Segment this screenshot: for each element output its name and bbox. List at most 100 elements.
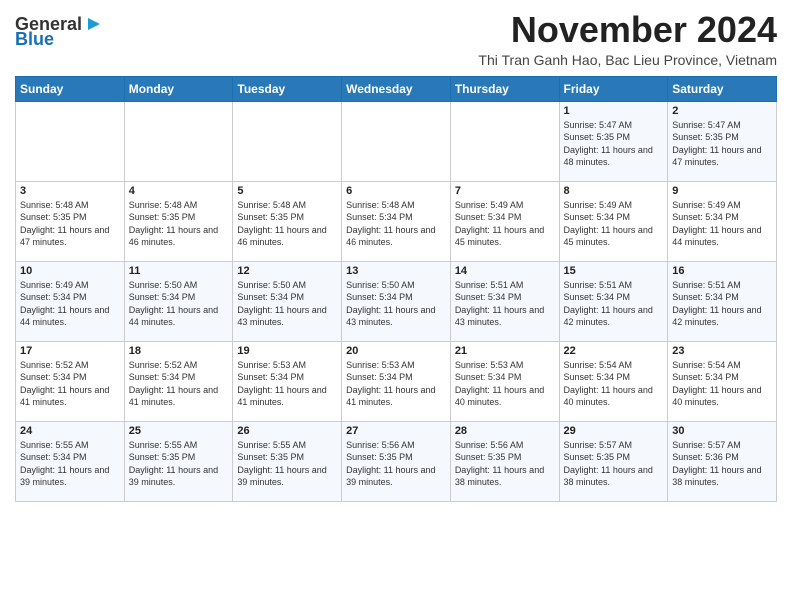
calendar-week-1: 1 Sunrise: 5:47 AM Sunset: 5:35 PM Daylig… — [16, 101, 777, 181]
day-info: Sunrise: 5:55 AM Sunset: 5:34 PM Dayligh… — [20, 439, 120, 489]
day-info: Sunrise: 5:49 AM Sunset: 5:34 PM Dayligh… — [20, 279, 120, 329]
day-number: 9 — [672, 185, 772, 197]
day-info: Sunrise: 5:56 AM Sunset: 5:35 PM Dayligh… — [455, 439, 555, 489]
day-number: 26 — [237, 425, 337, 437]
calendar-cell: 20Sunrise: 5:53 AM Sunset: 5:34 PM Dayli… — [342, 341, 451, 421]
day-number: 1 — [564, 105, 664, 117]
day-number: 5 — [237, 185, 337, 197]
day-info: Sunrise: 5:52 AM Sunset: 5:34 PM Dayligh… — [20, 359, 120, 409]
day-info: Sunrise: 5:50 AM Sunset: 5:34 PM Dayligh… — [346, 279, 446, 329]
day-info: Sunrise: 5:51 AM Sunset: 5:34 PM Dayligh… — [672, 279, 772, 329]
day-number: 17 — [20, 345, 120, 357]
day-number: 24 — [20, 425, 120, 437]
calendar-week-2: 3 Sunrise: 5:48 AM Sunset: 5:35 PM Daylig… — [16, 181, 777, 261]
day-number: 16 — [672, 265, 772, 277]
weekday-header-friday: Friday — [559, 76, 668, 101]
calendar-cell: 29 Sunrise: 5:57 AM Sunset: 5:35 PM Dayli… — [559, 421, 668, 501]
day-number: 30 — [672, 425, 772, 437]
calendar-cell: 11 Sunrise: 5:50 AM Sunset: 5:34 PM Dayli… — [124, 261, 233, 341]
day-number: 14 — [455, 265, 555, 277]
month-title: November 2024 — [478, 10, 777, 50]
calendar-header: SundayMondayTuesdayWednesdayThursdayFrid… — [16, 76, 777, 101]
day-number: 29 — [564, 425, 664, 437]
calendar-cell: 25 Sunrise: 5:55 AM Sunset: 5:35 PM Dayli… — [124, 421, 233, 501]
day-number: 11 — [129, 265, 229, 277]
day-number: 22 — [564, 345, 664, 357]
day-number: 12 — [237, 265, 337, 277]
calendar-cell: 19 Sunrise: 5:53 AM Sunset: 5:34 PM Dayli… — [233, 341, 342, 421]
title-block: November 2024 Thi Tran Ganh Hao, Bac Lie… — [478, 10, 777, 68]
day-info: Sunrise: 5:55 AM Sunset: 5:35 PM Dayligh… — [129, 439, 229, 489]
day-number: 18 — [129, 345, 229, 357]
day-number: 25 — [129, 425, 229, 437]
day-number: 7 — [455, 185, 555, 197]
calendar-cell: 9Sunrise: 5:49 AM Sunset: 5:34 PM Daylig… — [668, 181, 777, 261]
calendar-cell: 13 Sunrise: 5:50 AM Sunset: 5:34 PM Dayli… — [342, 261, 451, 341]
day-number: 13 — [346, 265, 446, 277]
day-info: Sunrise: 5:54 AM Sunset: 5:34 PM Dayligh… — [564, 359, 664, 409]
location-subtitle: Thi Tran Ganh Hao, Bac Lieu Province, Vi… — [478, 52, 777, 68]
day-number: 28 — [455, 425, 555, 437]
calendar-cell: 6 Sunrise: 5:48 AM Sunset: 5:34 PM Daylig… — [342, 181, 451, 261]
day-info: Sunrise: 5:57 AM Sunset: 5:35 PM Dayligh… — [564, 439, 664, 489]
day-info: Sunrise: 5:56 AM Sunset: 5:35 PM Dayligh… — [346, 439, 446, 489]
day-info: Sunrise: 5:48 AM Sunset: 5:35 PM Dayligh… — [237, 199, 337, 249]
day-info: Sunrise: 5:51 AM Sunset: 5:34 PM Dayligh… — [564, 279, 664, 329]
day-info: Sunrise: 5:47 AM Sunset: 5:35 PM Dayligh… — [672, 119, 772, 169]
calendar-cell: 26 Sunrise: 5:55 AM Sunset: 5:35 PM Dayli… — [233, 421, 342, 501]
day-info: Sunrise: 5:48 AM Sunset: 5:35 PM Dayligh… — [129, 199, 229, 249]
day-number: 8 — [564, 185, 664, 197]
calendar-cell: 2 Sunrise: 5:47 AM Sunset: 5:35 PM Daylig… — [668, 101, 777, 181]
calendar-cell: 3 Sunrise: 5:48 AM Sunset: 5:35 PM Daylig… — [16, 181, 125, 261]
logo-icon — [82, 14, 102, 34]
day-info: Sunrise: 5:49 AM Sunset: 5:34 PM Dayligh… — [564, 199, 664, 249]
calendar-cell — [233, 101, 342, 181]
weekday-header-thursday: Thursday — [450, 76, 559, 101]
day-info: Sunrise: 5:52 AM Sunset: 5:34 PM Dayligh… — [129, 359, 229, 409]
calendar-cell — [342, 101, 451, 181]
day-info: Sunrise: 5:48 AM Sunset: 5:35 PM Dayligh… — [20, 199, 120, 249]
calendar-week-5: 24 Sunrise: 5:55 AM Sunset: 5:34 PM Dayli… — [16, 421, 777, 501]
weekday-header-wednesday: Wednesday — [342, 76, 451, 101]
day-number: 20 — [346, 345, 446, 357]
calendar-cell: 24 Sunrise: 5:55 AM Sunset: 5:34 PM Dayli… — [16, 421, 125, 501]
day-info: Sunrise: 5:57 AM Sunset: 5:36 PM Dayligh… — [672, 439, 772, 489]
calendar-cell: 28 Sunrise: 5:56 AM Sunset: 5:35 PM Dayli… — [450, 421, 559, 501]
calendar-cell: 14 Sunrise: 5:51 AM Sunset: 5:34 PM Dayli… — [450, 261, 559, 341]
day-number: 6 — [346, 185, 446, 197]
calendar-cell: 21Sunrise: 5:53 AM Sunset: 5:34 PM Dayli… — [450, 341, 559, 421]
calendar-cell: 17 Sunrise: 5:52 AM Sunset: 5:34 PM Dayli… — [16, 341, 125, 421]
day-info: Sunrise: 5:53 AM Sunset: 5:34 PM Dayligh… — [237, 359, 337, 409]
weekday-header-monday: Monday — [124, 76, 233, 101]
calendar-cell: 12 Sunrise: 5:50 AM Sunset: 5:34 PM Dayli… — [233, 261, 342, 341]
day-number: 19 — [237, 345, 337, 357]
calendar-week-3: 10 Sunrise: 5:49 AM Sunset: 5:34 PM Dayli… — [16, 261, 777, 341]
calendar-cell: 4Sunrise: 5:48 AM Sunset: 5:35 PM Daylig… — [124, 181, 233, 261]
calendar-cell: 27Sunrise: 5:56 AM Sunset: 5:35 PM Dayli… — [342, 421, 451, 501]
calendar-cell: 7 Sunrise: 5:49 AM Sunset: 5:34 PM Daylig… — [450, 181, 559, 261]
calendar-cell: 18 Sunrise: 5:52 AM Sunset: 5:34 PM Dayli… — [124, 341, 233, 421]
logo: General Blue — [15, 10, 102, 48]
day-number: 10 — [20, 265, 120, 277]
calendar-cell — [16, 101, 125, 181]
day-info: Sunrise: 5:47 AM Sunset: 5:35 PM Dayligh… — [564, 119, 664, 169]
day-number: 23 — [672, 345, 772, 357]
calendar-cell — [124, 101, 233, 181]
day-info: Sunrise: 5:53 AM Sunset: 5:34 PM Dayligh… — [455, 359, 555, 409]
calendar-cell: 30 Sunrise: 5:57 AM Sunset: 5:36 PM Dayli… — [668, 421, 777, 501]
day-number: 3 — [20, 185, 120, 197]
day-info: Sunrise: 5:49 AM Sunset: 5:34 PM Dayligh… — [455, 199, 555, 249]
calendar-cell: 8 Sunrise: 5:49 AM Sunset: 5:34 PM Daylig… — [559, 181, 668, 261]
day-info: Sunrise: 5:55 AM Sunset: 5:35 PM Dayligh… — [237, 439, 337, 489]
calendar-table: SundayMondayTuesdayWednesdayThursdayFrid… — [15, 76, 777, 502]
day-number: 2 — [672, 105, 772, 117]
calendar-cell — [450, 101, 559, 181]
day-info: Sunrise: 5:54 AM Sunset: 5:34 PM Dayligh… — [672, 359, 772, 409]
weekday-header-saturday: Saturday — [668, 76, 777, 101]
day-info: Sunrise: 5:50 AM Sunset: 5:34 PM Dayligh… — [129, 279, 229, 329]
day-info: Sunrise: 5:51 AM Sunset: 5:34 PM Dayligh… — [455, 279, 555, 329]
day-info: Sunrise: 5:48 AM Sunset: 5:34 PM Dayligh… — [346, 199, 446, 249]
calendar-cell: 10 Sunrise: 5:49 AM Sunset: 5:34 PM Dayli… — [16, 261, 125, 341]
day-info: Sunrise: 5:50 AM Sunset: 5:34 PM Dayligh… — [237, 279, 337, 329]
calendar-cell: 5 Sunrise: 5:48 AM Sunset: 5:35 PM Daylig… — [233, 181, 342, 261]
